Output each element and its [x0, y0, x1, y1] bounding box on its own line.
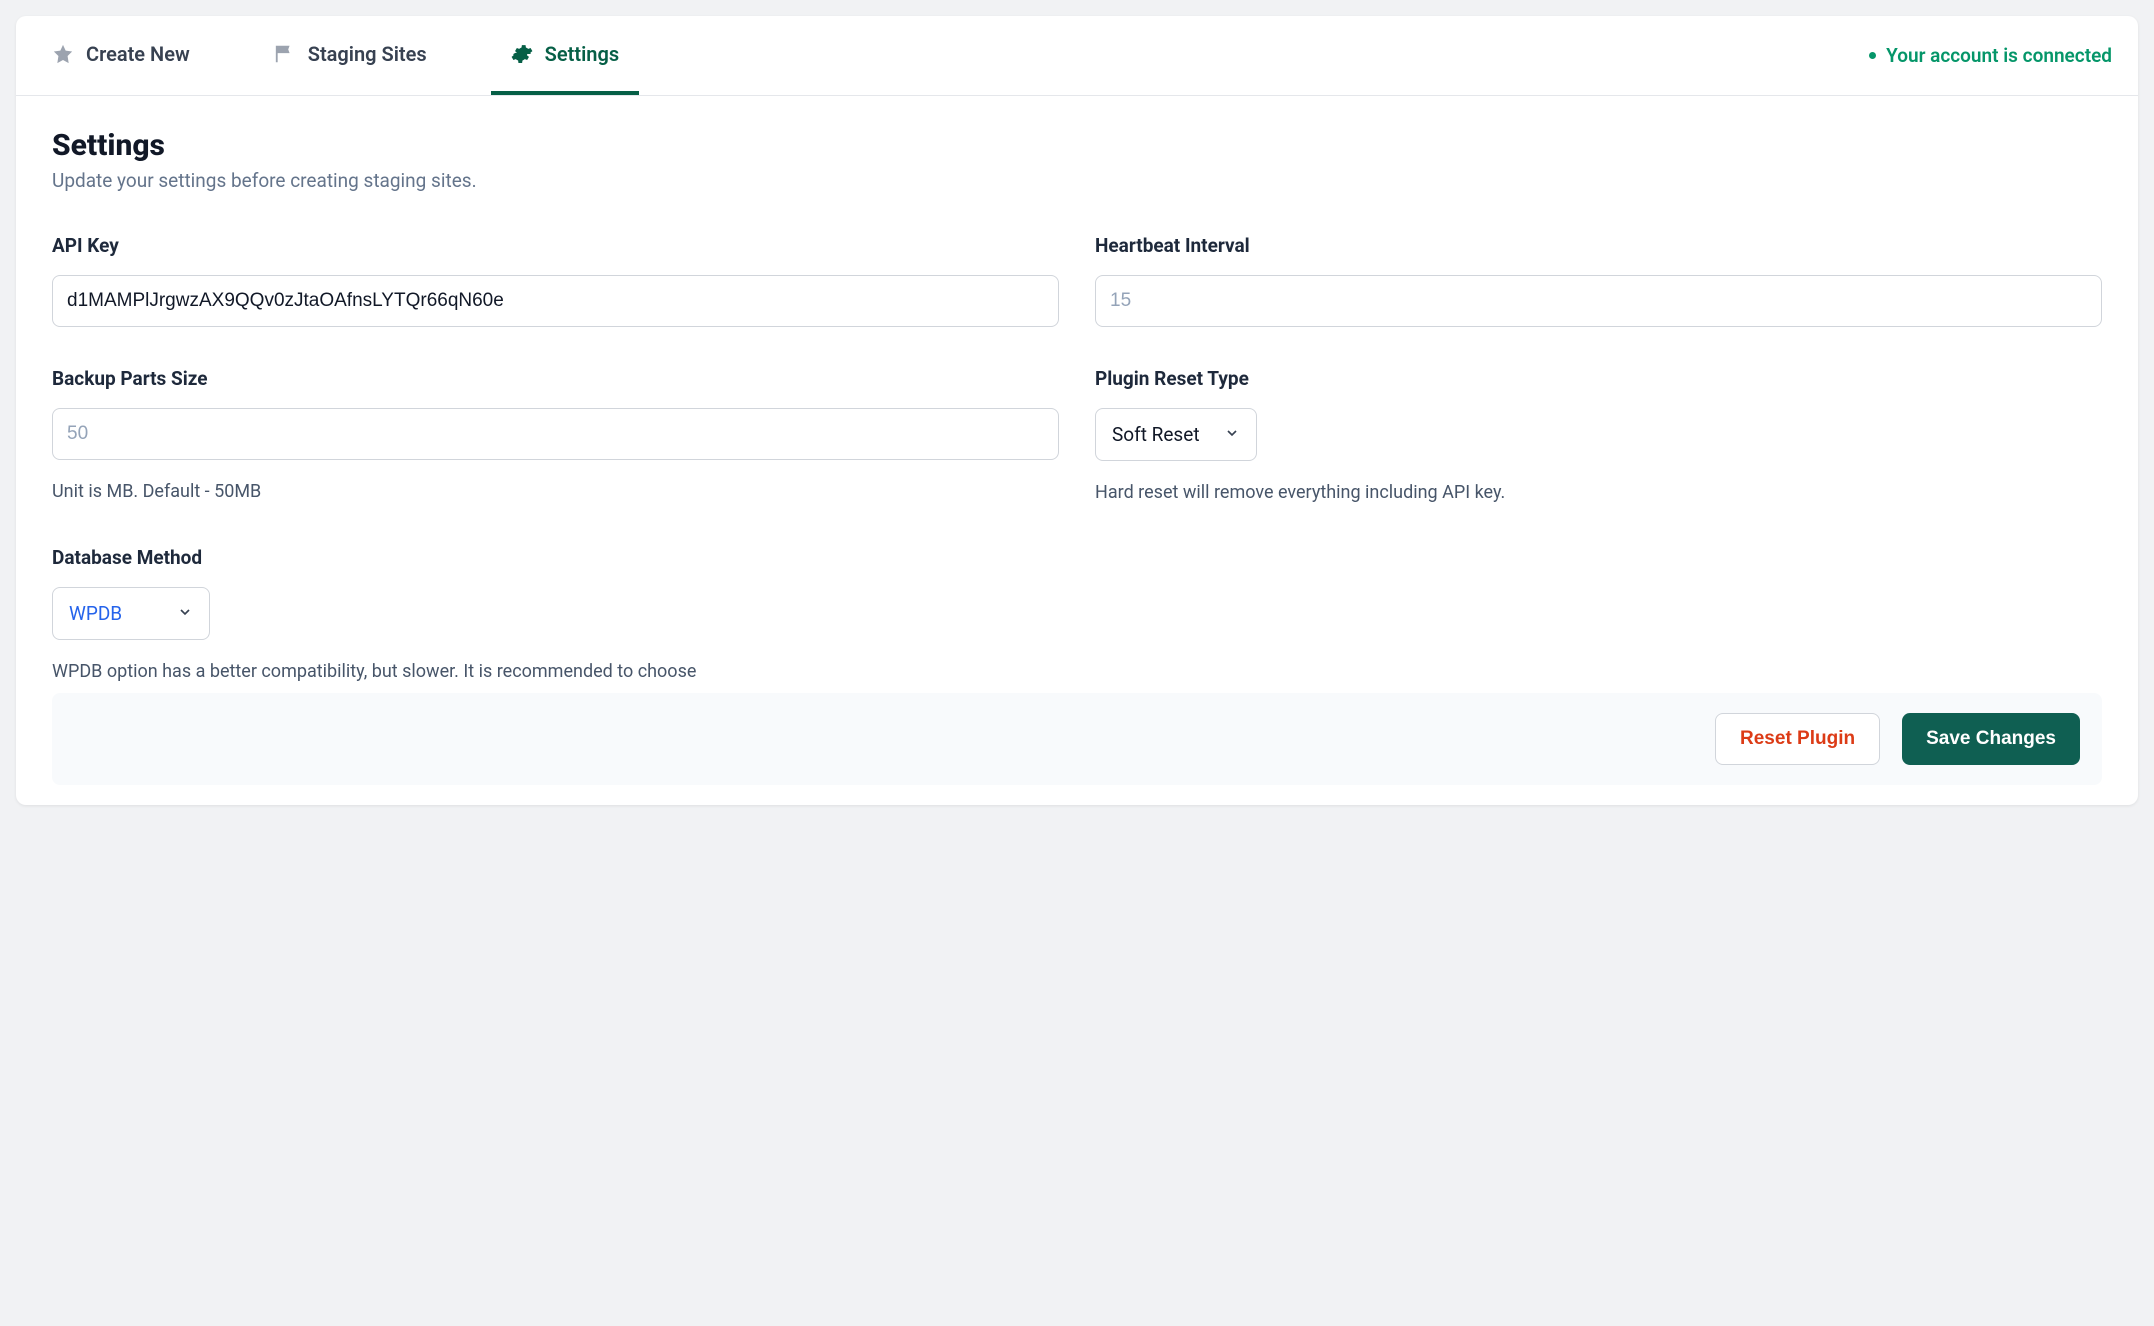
reset-type-label: Plugin Reset Type	[1095, 367, 2102, 390]
page-subtitle: Update your settings before creating sta…	[52, 169, 2102, 192]
footer-actions: Reset Plugin Save Changes	[52, 693, 2102, 785]
backup-input[interactable]	[52, 408, 1059, 460]
page-title: Settings	[52, 128, 2102, 163]
db-method-select[interactable]: WPDB	[52, 587, 210, 640]
status-text: Your account is connected	[1886, 44, 2112, 67]
field-backup-size: Backup Parts Size Unit is MB. Default - …	[52, 367, 1059, 506]
tab-create-new[interactable]: Create New	[32, 16, 210, 95]
reset-type-value: Soft Reset	[1112, 423, 1200, 446]
chevron-down-icon	[1224, 423, 1240, 446]
settings-card: Create New Staging Sites Settings Your a…	[16, 16, 2138, 805]
backup-help: Unit is MB. Default - 50MB	[52, 478, 1059, 505]
tab-staging-sites[interactable]: Staging Sites	[254, 16, 447, 95]
flag-icon	[274, 43, 296, 65]
save-changes-button[interactable]: Save Changes	[1902, 713, 2080, 765]
reset-plugin-button[interactable]: Reset Plugin	[1715, 713, 1880, 765]
star-icon	[52, 43, 74, 65]
chevron-down-icon	[177, 602, 193, 625]
db-method-label: Database Method	[52, 546, 1059, 569]
db-method-help: WPDB option has a better compatibility, …	[52, 658, 1059, 685]
tab-bar: Create New Staging Sites Settings Your a…	[16, 16, 2138, 96]
field-api-key: API Key	[52, 234, 1059, 327]
reset-type-help: Hard reset will remove everything includ…	[1095, 479, 2102, 506]
tab-label: Create New	[86, 42, 190, 66]
status-dot-icon	[1869, 52, 1876, 59]
db-method-value: WPDB	[69, 602, 122, 625]
api-key-input[interactable]	[52, 275, 1059, 327]
tab-label: Settings	[545, 42, 619, 66]
api-key-label: API Key	[52, 234, 1059, 257]
heartbeat-label: Heartbeat Interval	[1095, 234, 2102, 257]
backup-label: Backup Parts Size	[52, 367, 1059, 390]
field-db-method: Database Method WPDB WPDB option has a b…	[52, 546, 1059, 685]
tab-label: Staging Sites	[308, 42, 427, 66]
field-heartbeat: Heartbeat Interval	[1095, 234, 2102, 327]
account-status: Your account is connected	[1869, 44, 2122, 67]
field-reset-type: Plugin Reset Type Soft Reset Hard reset …	[1095, 367, 2102, 506]
heartbeat-input[interactable]	[1095, 275, 2102, 327]
gear-icon	[511, 43, 533, 65]
tab-settings[interactable]: Settings	[491, 16, 639, 95]
reset-type-select[interactable]: Soft Reset	[1095, 408, 1257, 461]
